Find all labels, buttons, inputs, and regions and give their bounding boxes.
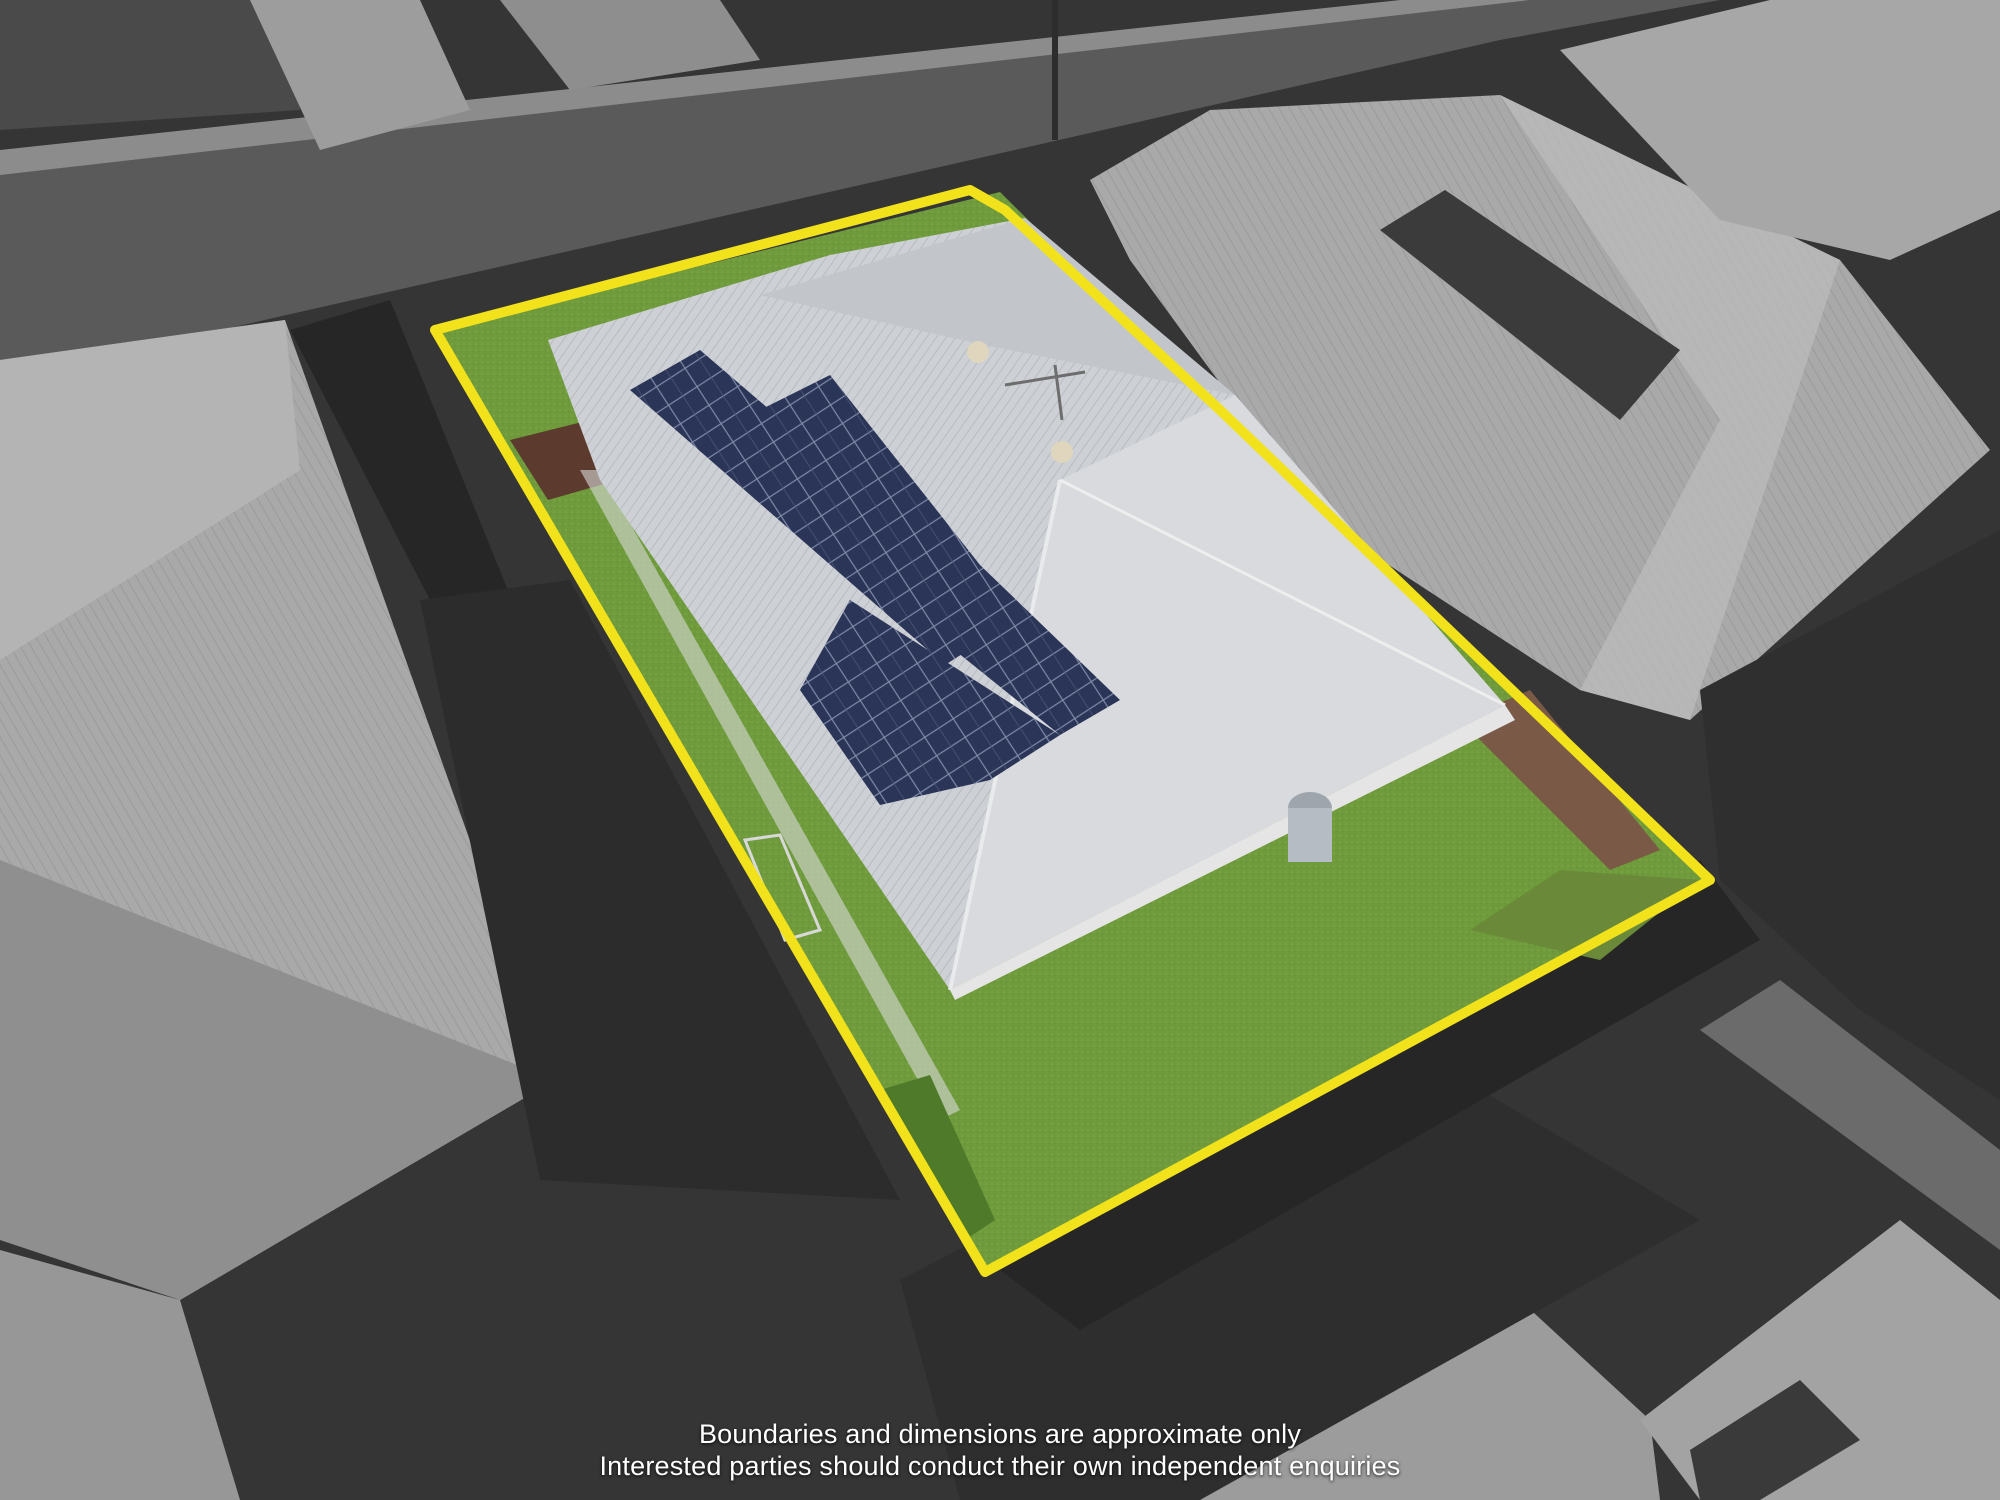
- hot-water-tank-body: [1288, 808, 1332, 862]
- aerial-property-photo: Boundaries and dimensions are approximat…: [0, 0, 2000, 1500]
- far-yard: [0, 0, 300, 130]
- roof-vent-2: [1051, 441, 1073, 463]
- aerial-scene: [0, 0, 2000, 1500]
- roof-vent-1: [967, 341, 989, 363]
- disclaimer-line-2: Interested parties should conduct their …: [599, 1451, 1401, 1481]
- disclaimer-line-1: Boundaries and dimensions are approximat…: [698, 1419, 1302, 1449]
